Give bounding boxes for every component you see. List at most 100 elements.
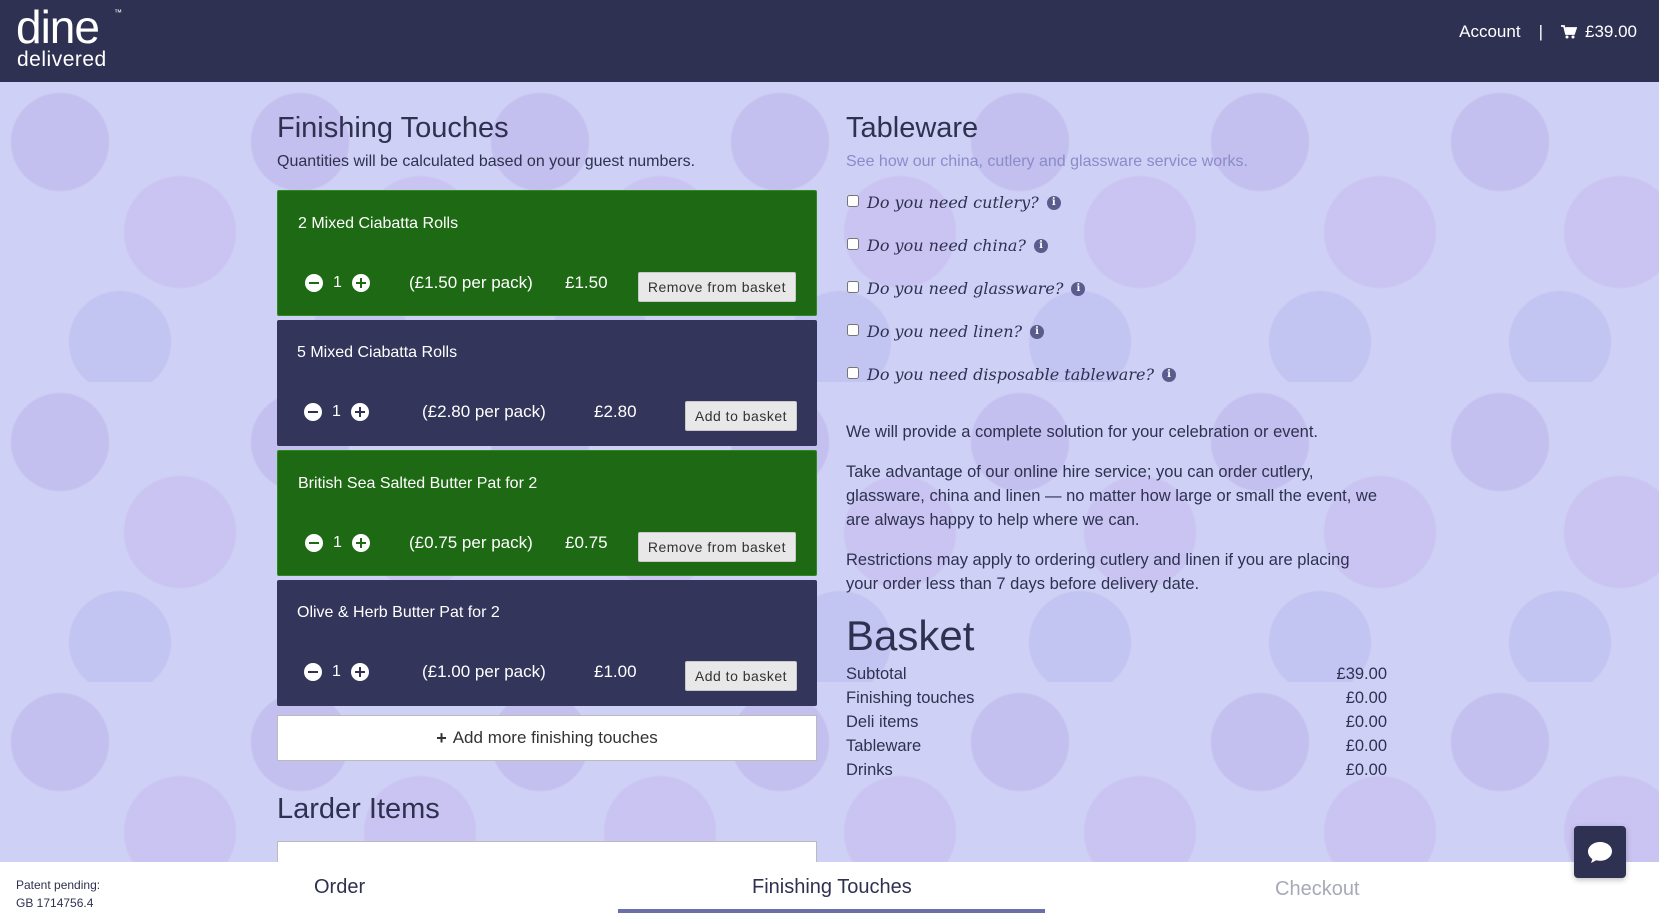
- tableware-option-linen: Do you need linen? i: [846, 322, 1386, 341]
- china-checkbox[interactable]: [847, 237, 859, 250]
- remove-from-basket-button[interactable]: Remove from basket: [637, 532, 796, 562]
- tableware-paragraph: Restrictions may apply to ordering cutle…: [846, 551, 1350, 593]
- option-label: Do you need linen?: [867, 322, 1023, 341]
- basket-summary: Subtotal £39.00 Finishing touches £0.00 …: [846, 662, 1387, 782]
- info-icon[interactable]: i: [1046, 195, 1061, 210]
- glassware-checkbox[interactable]: [847, 280, 859, 293]
- remove-from-basket-button[interactable]: Remove from basket: [637, 272, 796, 302]
- plus-circle-icon[interactable]: [351, 274, 370, 292]
- disposable-tableware-checkbox[interactable]: [847, 366, 859, 379]
- add-more-label: Add more finishing touches: [452, 728, 658, 747]
- info-icon[interactable]: i: [1162, 367, 1177, 382]
- finishing-touches-title: Finishing Touches: [277, 112, 509, 144]
- tableware-paragraph: We will provide a complete solution for …: [846, 423, 1319, 441]
- quantity-stepper: 1: [305, 274, 370, 292]
- plus-circle-icon[interactable]: [351, 534, 370, 552]
- quantity-stepper: 1: [305, 534, 370, 552]
- tableware-service-link[interactable]: See how our china, cutlery and glassware…: [846, 153, 1386, 171]
- cart-total[interactable]: £39.00: [1585, 22, 1637, 42]
- per-pack-price: (£0.75 per pack): [409, 533, 533, 552]
- product-name: 5 Mixed Ciabatta Rolls: [297, 344, 458, 361]
- chat-bubble-icon: [1588, 842, 1612, 863]
- tableware-title: Tableware: [846, 112, 979, 144]
- cutlery-checkbox[interactable]: [847, 194, 859, 207]
- cart-icon[interactable]: [1561, 25, 1577, 39]
- linen-checkbox[interactable]: [847, 323, 859, 336]
- nav-separator: |: [1538, 22, 1543, 41]
- option-label: Do you need disposable tableware?: [867, 365, 1155, 384]
- chat-button[interactable]: [1574, 826, 1626, 878]
- basket-row: Drinks £0.00: [846, 758, 1387, 782]
- plus-icon: +: [436, 727, 447, 748]
- basket-row-value: £0.00: [1345, 689, 1387, 707]
- minus-circle-icon[interactable]: [304, 403, 322, 421]
- logo-delivered-text: delivered: [17, 48, 107, 71]
- option-label: Do you need cutlery?: [867, 193, 1039, 212]
- per-pack-price: (£1.00 per pack): [422, 662, 546, 681]
- info-icon[interactable]: i: [1071, 281, 1086, 296]
- basket-title: Basket: [846, 612, 975, 659]
- info-icon[interactable]: i: [1033, 238, 1048, 253]
- add-to-basket-button[interactable]: Add to basket: [684, 661, 797, 691]
- basket-row: Deli items £0.00: [846, 710, 1387, 734]
- finishing-touches-section: Finishing Touches Quantities will be cal…: [277, 112, 817, 871]
- quantity-stepper: 1: [304, 663, 369, 681]
- tableware-option-china: Do you need china? i: [846, 236, 1386, 255]
- add-to-basket-button[interactable]: Add to basket: [684, 401, 797, 431]
- patent-number: GB 1714756.4: [16, 896, 94, 910]
- per-pack-price: (£2.80 per pack): [422, 402, 546, 421]
- add-more-finishing-touches-button[interactable]: + Add more finishing touches: [277, 715, 817, 761]
- option-label: Do you need glassware?: [867, 279, 1064, 298]
- minus-circle-icon[interactable]: [305, 534, 323, 552]
- dine-delivered-logo[interactable]: dine ™ delivered: [16, 1, 122, 71]
- product-name: 2 Mixed Ciabatta Rolls: [298, 215, 459, 232]
- basket-row-label: Subtotal: [846, 665, 907, 683]
- account-link[interactable]: Account: [1459, 22, 1520, 42]
- product-price: £1.00: [594, 662, 637, 681]
- quantity-value: 1: [332, 663, 341, 680]
- tableware-option-glassware: Do you need glassware? i: [846, 279, 1386, 298]
- basket-row-label: Tableware: [846, 737, 922, 755]
- plus-circle-icon[interactable]: [350, 663, 369, 681]
- quantity-value: 1: [333, 274, 342, 291]
- logo-dine-text: dine: [16, 1, 100, 53]
- plus-circle-icon[interactable]: [350, 403, 369, 421]
- site-header: dine ™ delivered Account | £39.00: [0, 0, 1659, 82]
- quantity-value: 1: [333, 534, 342, 551]
- basket-row-label: Deli items: [846, 713, 919, 731]
- citrus-background: [0, 82, 1659, 862]
- product-card: 5 Mixed Ciabatta Rolls 1 (£2.80 per pack…: [277, 320, 817, 446]
- tableware-option-cutlery: Do you need cutlery? i: [846, 193, 1386, 212]
- step-checkout[interactable]: Checkout: [1275, 878, 1360, 901]
- product-name: Olive & Herb Butter Pat for 2: [297, 604, 500, 621]
- patent-line: Patent pending:: [16, 878, 101, 892]
- product-name: British Sea Salted Butter Pat for 2: [298, 475, 538, 492]
- basket-row: Subtotal £39.00: [846, 662, 1387, 686]
- basket-row-label: Finishing touches: [846, 689, 975, 707]
- product-card: 2 Mixed Ciabatta Rolls 1 (£1.50 per pack…: [277, 190, 817, 316]
- basket-row-label: Drinks: [846, 761, 893, 779]
- tableware-paragraph: Take advantage of our online hire servic…: [846, 463, 1378, 529]
- step-order[interactable]: Order: [314, 876, 365, 899]
- product-card: British Sea Salted Butter Pat for 2 1 (£…: [277, 450, 817, 576]
- tableware-option-disposable: Do you need disposable tableware? i: [846, 365, 1386, 384]
- minus-circle-icon[interactable]: [305, 274, 323, 292]
- tableware-section: Tableware See how our china, cutlery and…: [846, 112, 1387, 782]
- product-price: £0.75: [565, 533, 608, 552]
- basket-row-value: £0.00: [1345, 713, 1387, 731]
- checkout-steps-bar: Patent pending: GB 1714756.4 Order Finis…: [0, 862, 1659, 913]
- basket-row-value: £0.00: [1345, 761, 1387, 779]
- per-pack-price: (£1.50 per pack): [409, 273, 533, 292]
- product-price: £1.50: [565, 273, 608, 292]
- basket-row: Tableware £0.00: [846, 734, 1387, 758]
- patent-notice: Patent pending: GB 1714756.4: [16, 876, 100, 912]
- info-icon[interactable]: i: [1030, 324, 1045, 339]
- quantity-value: 1: [332, 403, 341, 420]
- trademark-symbol: ™: [114, 8, 122, 17]
- minus-circle-icon[interactable]: [304, 663, 322, 681]
- finishing-touches-subtitle: Quantities will be calculated based on y…: [277, 153, 696, 170]
- step-finishing-touches[interactable]: Finishing Touches: [752, 876, 912, 899]
- top-nav: Account | £39.00: [1459, 22, 1637, 42]
- basket-row-value: £0.00: [1345, 737, 1387, 755]
- product-price: £2.80: [594, 402, 637, 421]
